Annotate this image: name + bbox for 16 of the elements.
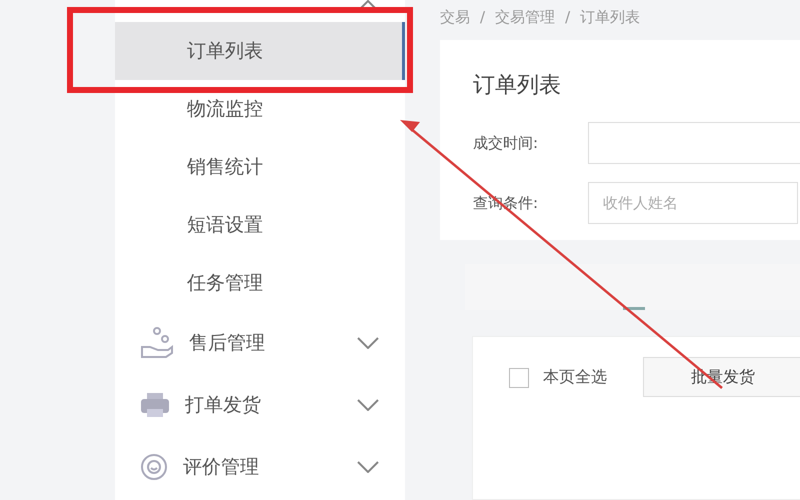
sidebar-item[interactable]: 订单列表 [115, 22, 405, 80]
smiley-icon [139, 452, 169, 482]
page-title: 订单列表 [473, 72, 562, 100]
sidebar-group[interactable]: 打单发货 [115, 374, 405, 436]
breadcrumb-separator: / [480, 8, 486, 26]
sidebar-group[interactable]: 售后管理 [115, 312, 405, 374]
field-label: 成交时间: [473, 134, 540, 153]
sidebar-group[interactable]: 评价管理 [115, 436, 405, 498]
date-field[interactable] [588, 122, 800, 164]
checkbox[interactable] [509, 368, 529, 388]
breadcrumb-separator: / [565, 8, 570, 26]
tab-indicator [623, 307, 645, 310]
checkbox-label: 本页全选 [543, 367, 607, 388]
input-field[interactable]: 收件人姓名 [588, 182, 798, 224]
hand-icon [139, 325, 175, 361]
printer-icon [139, 391, 171, 419]
